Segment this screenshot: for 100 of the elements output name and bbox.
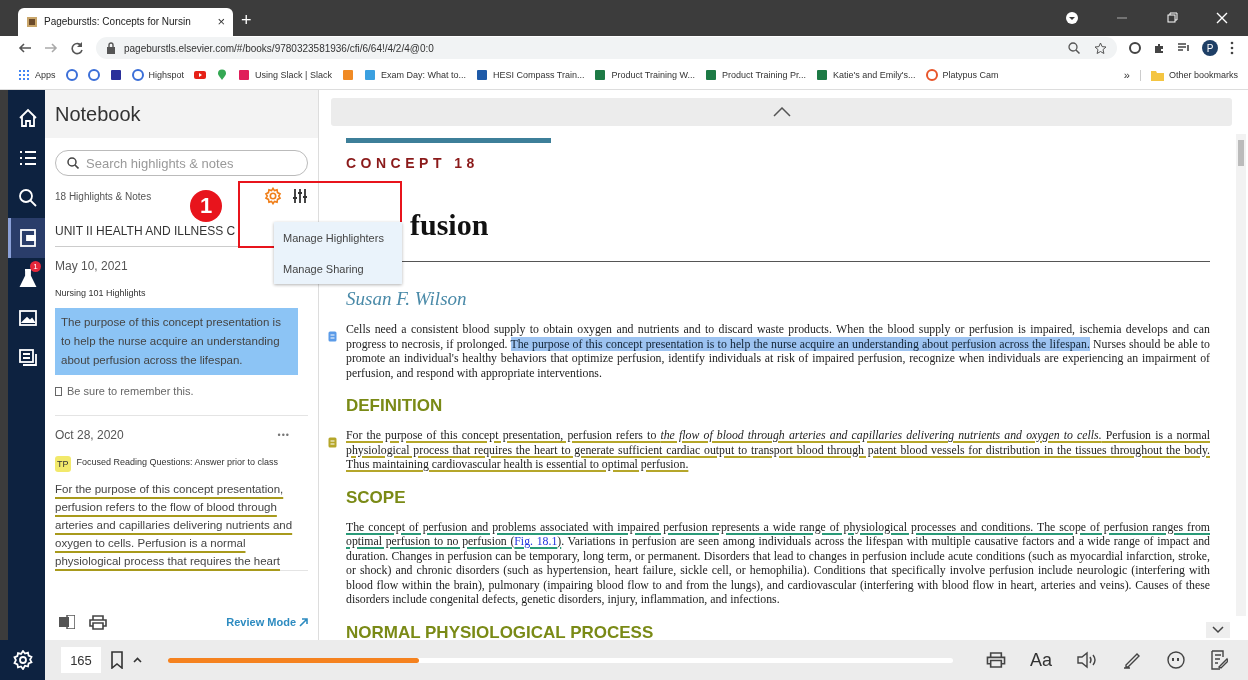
author-name: Susan F. Wilson: [346, 288, 468, 310]
menu-item[interactable]: Manage Highlighters: [274, 222, 402, 253]
bookmark-icon[interactable]: [194, 69, 207, 82]
notes-icon[interactable]: [1210, 650, 1228, 670]
favicon-icon: [705, 69, 718, 82]
account-icon[interactable]: [1066, 11, 1078, 24]
menu-item[interactable]: Manage Sharing: [274, 253, 402, 284]
note-marker-icon[interactable]: [328, 331, 337, 342]
notebook-icon: [18, 228, 38, 248]
favicon-icon: [594, 69, 607, 82]
image-icon: [18, 308, 38, 328]
concept-number: CONCEPT 18: [346, 155, 480, 171]
favicon-icon: [925, 69, 938, 82]
figure-link[interactable]: Fig. 18.1: [514, 534, 558, 548]
bookmark[interactable]: Product Training Pr...: [705, 69, 807, 82]
list-icon: [18, 148, 38, 168]
restore-icon[interactable]: [1166, 11, 1178, 24]
favicon-icon: [18, 69, 30, 82]
favicon-icon: [363, 69, 376, 82]
highlighted-text[interactable]: The purpose of this concept presentation is to help the nurse acquire an understanding about perfusion across the lifespan.: [55, 308, 298, 375]
more-options-button[interactable]: •••: [277, 430, 290, 440]
note-date: Oct 28, 2020: [55, 428, 124, 442]
body-paragraph: For the purpose of this concept presentation, perfusion refers to the flow of blood through arteries and capillaries delivering nutrients and oxygen to cells. Perfusion is a normal physiological process that requires the heart to generate sufficient cardiac output to transport blood through patent blood vessels for distribution in the tissues throughout the body. Thus maintaining cardiovascular health is essential to optimal perfusion.: [346, 428, 1210, 472]
notification-badge: 1: [30, 261, 41, 272]
home-icon: [18, 108, 38, 128]
bookmark[interactable]: Katie's and Emily's...: [816, 69, 916, 82]
scrollbar-thumb[interactable]: [1238, 140, 1244, 166]
print-icon[interactable]: [985, 652, 1006, 668]
page-number-field[interactable]: 165: [61, 647, 101, 673]
bookmark[interactable]: Platypus Cam: [925, 69, 999, 82]
external-link-icon: [299, 617, 308, 627]
tag-label: TP: [55, 456, 71, 472]
favicon-icon: [238, 69, 251, 82]
tab-title: Pageburstls: Concepts for Nursin: [44, 16, 192, 28]
onenote-icon[interactable]: [59, 615, 75, 629]
note-comment: Be sure to remember this.: [67, 385, 194, 397]
more-bookmarks-button[interactable]: »: [1123, 69, 1130, 82]
body-paragraph: Cells need a consistent blood supply to obtain oxygen and nutrients and to discard waste products. When the blood supply or perfusion is impaired, ischemia develops and can progress to necrosis, if prolonged. The purpose of this concept presentation is to help the nurse acquire an understanding about perfusion across the lifespan. Nurses should be able to promote an individual's healthy behaviors that optimize perfusion, identify individuals at risk of impaired perfusion, recognize when individuals are experiencing an impairment of perfusion, and respond with appropriate interventions.: [346, 322, 1210, 380]
reload-icon[interactable]: [70, 41, 84, 56]
bookmark[interactable]: Using Slack | Slack: [238, 69, 332, 82]
settings-icon[interactable]: [12, 650, 33, 670]
note-label: Nursing 101 Highlights: [55, 287, 146, 300]
scroll-down-button[interactable]: [1206, 622, 1230, 638]
favicon-icon: [475, 69, 488, 82]
browser-tab[interactable]: Pageburstls: Concepts for Nursin ×: [18, 7, 233, 36]
caret-up-icon: [772, 107, 791, 117]
bookmark-folder[interactable]: Other bookmarks: [1139, 69, 1238, 81]
bookmark[interactable]: Highspot: [131, 69, 185, 82]
flask-icon: [18, 268, 38, 288]
lock-icon: [106, 42, 116, 55]
bookmark[interactable]: Product Training W...: [594, 69, 696, 82]
sidebar-button[interactable]: 1: [8, 258, 45, 298]
bookmark[interactable]: HESI Compass Train...: [475, 69, 585, 82]
caret-up-icon[interactable]: [133, 657, 142, 663]
panel-title: Notebook: [55, 102, 141, 126]
note-marker-icon[interactable]: [328, 437, 337, 448]
favicon-icon: [26, 15, 38, 28]
search-field[interactable]: Search highlights & notes: [55, 150, 308, 176]
search-icon: [18, 188, 38, 208]
speaker-icon[interactable]: [1076, 651, 1098, 669]
bookmark-icon[interactable]: [109, 69, 122, 82]
unit-heading[interactable]: UNIT II HEALTH AND ILLNESS C: [55, 224, 236, 238]
bookmark-icon[interactable]: [87, 69, 100, 82]
section-heading: SCOPE: [346, 487, 407, 508]
chapter-title: fusion: [410, 207, 489, 243]
more-icon[interactable]: [1230, 41, 1234, 56]
extension-icon[interactable]: [1129, 42, 1141, 55]
review-mode-link[interactable]: Review Mode: [226, 616, 308, 628]
print-icon[interactable]: [89, 614, 107, 630]
note-label: Focused Reading Questions: Answer prior to class: [76, 456, 279, 469]
gear-icon[interactable]: [264, 187, 282, 205]
zoom-icon[interactable]: [1068, 42, 1080, 55]
puzzle-icon[interactable]: [1153, 42, 1165, 55]
star-icon[interactable]: [1094, 41, 1107, 55]
sliders-icon[interactable]: [292, 188, 308, 204]
caret-down-icon: [1212, 626, 1224, 634]
sidebar-button[interactable]: [8, 218, 45, 258]
quote-icon[interactable]: [1166, 650, 1186, 670]
bookmark[interactable]: Apps: [18, 69, 56, 82]
profile-avatar[interactable]: P: [1202, 40, 1218, 57]
bookmark-icon[interactable]: [111, 651, 123, 669]
underlined-text[interactable]: For the purpose of this concept presentation, perfusion refers to the flow of blood through arteries and capillaries delivering nutrients and oxygen to cells. Perfusion is a normal physiological process that requires the heart: [55, 480, 298, 570]
bookmark-icon[interactable]: [65, 69, 78, 82]
progress-track[interactable]: [168, 657, 953, 663]
note-date: May 10, 2021: [55, 259, 128, 273]
section-heading: DEFINITION: [346, 396, 444, 416]
highlights-count: 18 Highlights & Notes: [55, 190, 153, 202]
close-icon[interactable]: [1216, 11, 1228, 24]
new-tab-button[interactable]: +: [241, 9, 252, 31]
favicon-icon: [816, 69, 829, 82]
text-size-button[interactable]: Aa: [1029, 649, 1052, 671]
tab-close-button[interactable]: ×: [217, 14, 225, 30]
bookmark[interactable]: Exam Day: What to...: [363, 69, 466, 82]
pen-icon[interactable]: [1122, 651, 1142, 669]
folder-icon: [1150, 69, 1164, 81]
address-bar[interactable]: pageburstls.elsevier.com/#/books/9780323581936/cfi/6/64!/4/2/4@0:0: [96, 37, 1117, 60]
step-number-badge: 1: [190, 190, 222, 222]
body-paragraph: The concept of perfusion and problems associated with impaired perfusion represents a wide range of physiological processes and conditions. The scope of perfusion ranges from optimal perfusion to no perfusion (Fig. 18.1). Variations in perfusion are seen among individuals across the lifespan with multiple causative factors and a wide range of impact and duration. Changes in perfusion can be temporary, long term, or permanent. Disorders that lead to changes in perfusion include acute conditions (such as myocardial infarction, stroke, or shock) and chronic disorders (such as hypertension, heart failure, sickle cell, or hemophilia). Conditions that specifically involve perfusion include neurologic (interfering with blood flow within the brain), pulmonary (impairing blood flow to and from the lungs), and cardiovascular (interfering with blood flow in heart, arteries and veins). Causes of these disorders include congenital defects, genetic disorders, injury, inflammation, and infections.: [346, 519, 1210, 607]
note-icon: [55, 386, 62, 396]
notes-icon: [18, 348, 38, 368]
